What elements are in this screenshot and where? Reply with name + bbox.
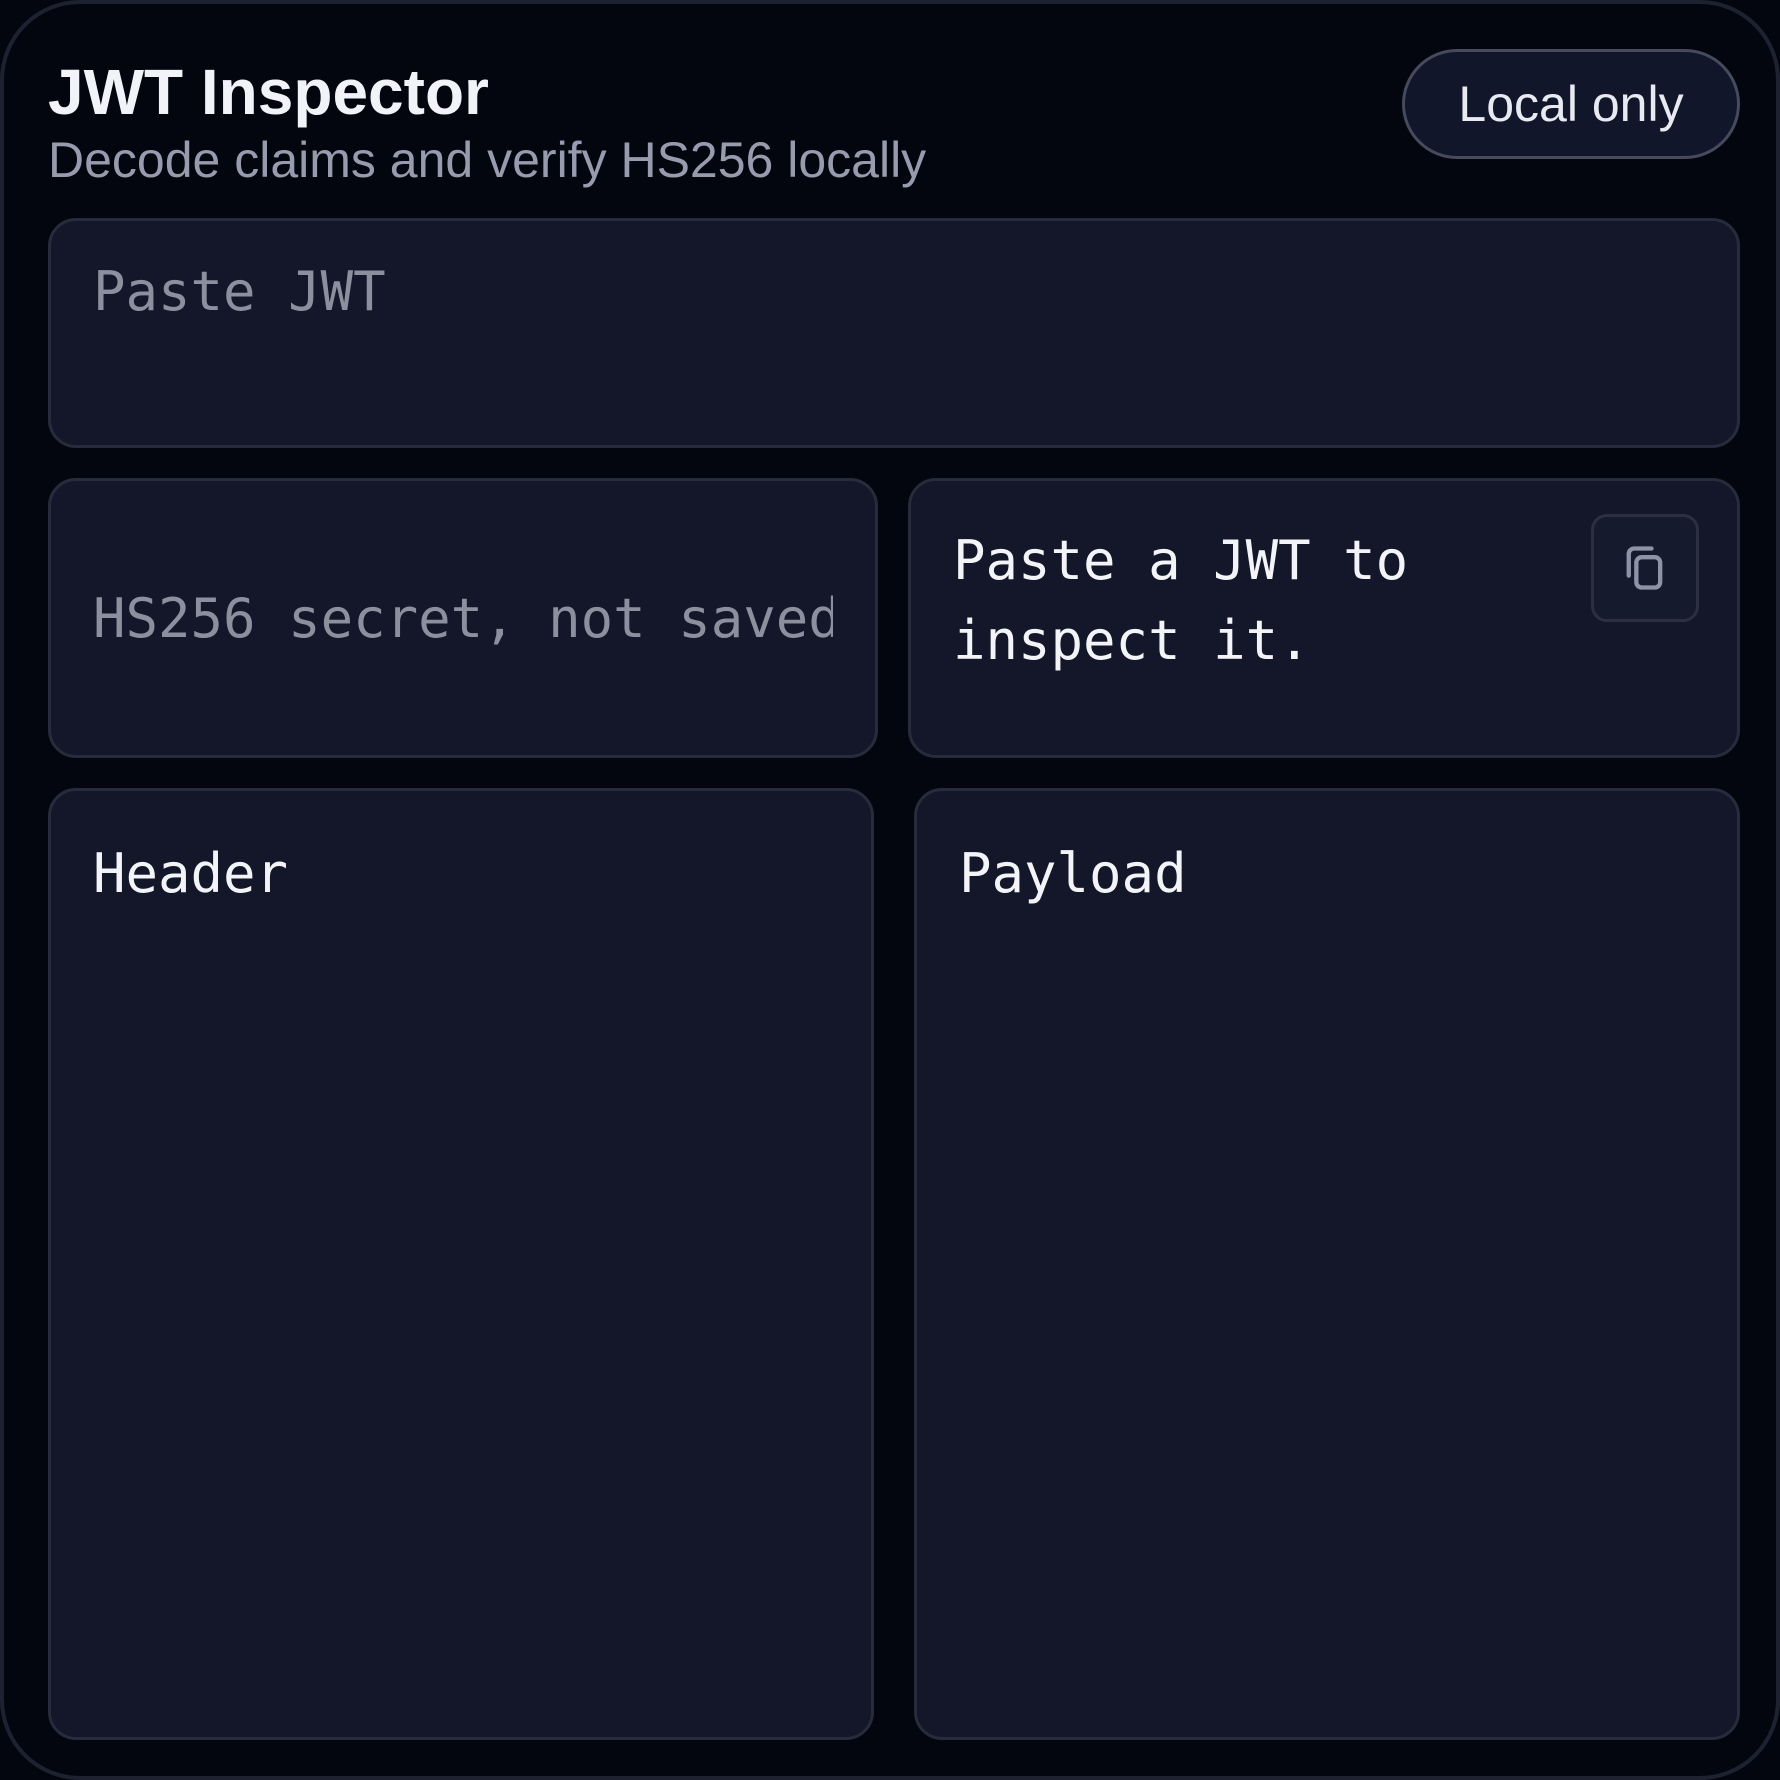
page-title: JWT Inspector [48,56,489,128]
hs256-secret-input[interactable] [51,481,875,755]
status-panel: Paste a JWT to inspect it. [908,478,1740,758]
jwt-inspector-app: JWT Inspector Decode claims and verify H… [0,0,1780,1780]
header-panel-label: Header [93,842,289,905]
jwt-token-input[interactable] [51,221,1737,445]
copy-icon [1626,546,1663,590]
secret-input-panel [48,478,878,758]
page-subtitle: Decode claims and verify HS256 locally [48,132,927,188]
token-input-panel [48,218,1740,448]
status-message: Paste a JWT to inspect it. [953,529,1409,672]
copy-button[interactable] [1591,514,1699,622]
payload-panel: Payload [914,788,1740,1740]
local-only-badge: Local only [1402,49,1740,159]
payload-panel-label: Payload [959,842,1187,905]
header-panel: Header [48,788,874,1740]
